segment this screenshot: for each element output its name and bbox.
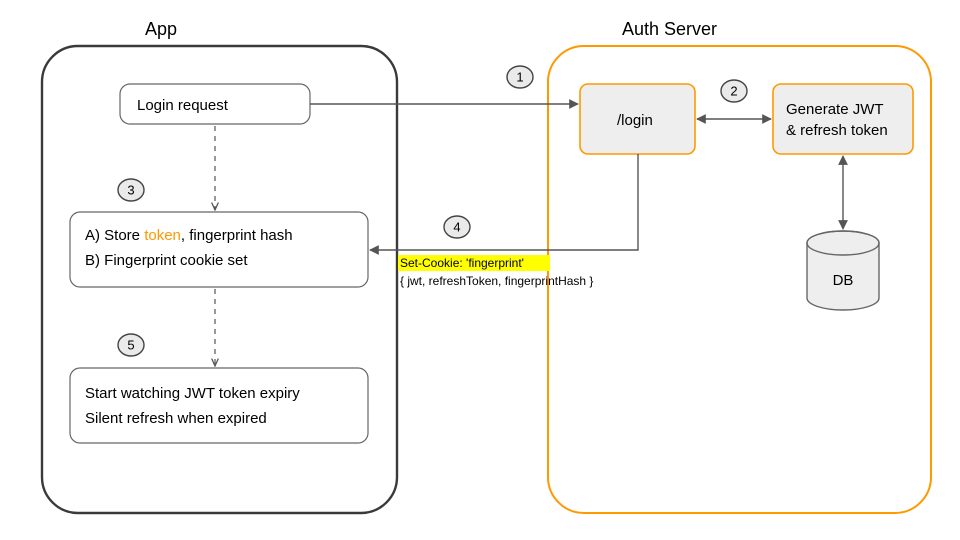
step-2: 2	[721, 80, 747, 102]
step-3: 3	[118, 179, 144, 201]
set-cookie-label: Set-Cookie: 'fingerprint'	[400, 256, 524, 270]
node-login-request: Login request	[120, 84, 310, 124]
watch-line2: Silent refresh when expired	[85, 410, 267, 427]
svg-text:1: 1	[516, 69, 523, 84]
store-line-a: A) Store token, fingerprint hash	[85, 227, 293, 244]
watch-line1: Start watching JWT token expiry	[85, 385, 300, 402]
payload-label: { jwt, refreshToken, fingerprintHash }	[400, 274, 593, 288]
svg-text:2: 2	[730, 83, 737, 98]
svg-text:4: 4	[453, 219, 460, 234]
step-4: 4	[444, 216, 470, 238]
svg-text:5: 5	[127, 337, 134, 352]
login-endpoint-label: /login	[617, 112, 653, 129]
step-5: 5	[118, 334, 144, 356]
app-title: App	[145, 19, 177, 39]
step-1: 1	[507, 66, 533, 88]
node-generate-jwt: Generate JWT & refresh token	[773, 84, 913, 154]
generate-line2: & refresh token	[786, 122, 888, 139]
login-request-label: Login request	[137, 97, 229, 114]
db-label: DB	[833, 272, 854, 289]
node-login-endpoint: /login	[580, 84, 695, 154]
node-watch-expiry: Start watching JWT token expiry Silent r…	[70, 368, 368, 443]
svg-text:3: 3	[127, 182, 134, 197]
auth-title: Auth Server	[622, 19, 717, 39]
generate-line1: Generate JWT	[786, 101, 884, 118]
arrow-set-cookie	[370, 154, 638, 250]
node-store: A) Store token, fingerprint hash B) Fing…	[70, 212, 368, 287]
store-line-b: B) Fingerprint cookie set	[85, 252, 248, 269]
node-db: DB	[807, 231, 879, 310]
